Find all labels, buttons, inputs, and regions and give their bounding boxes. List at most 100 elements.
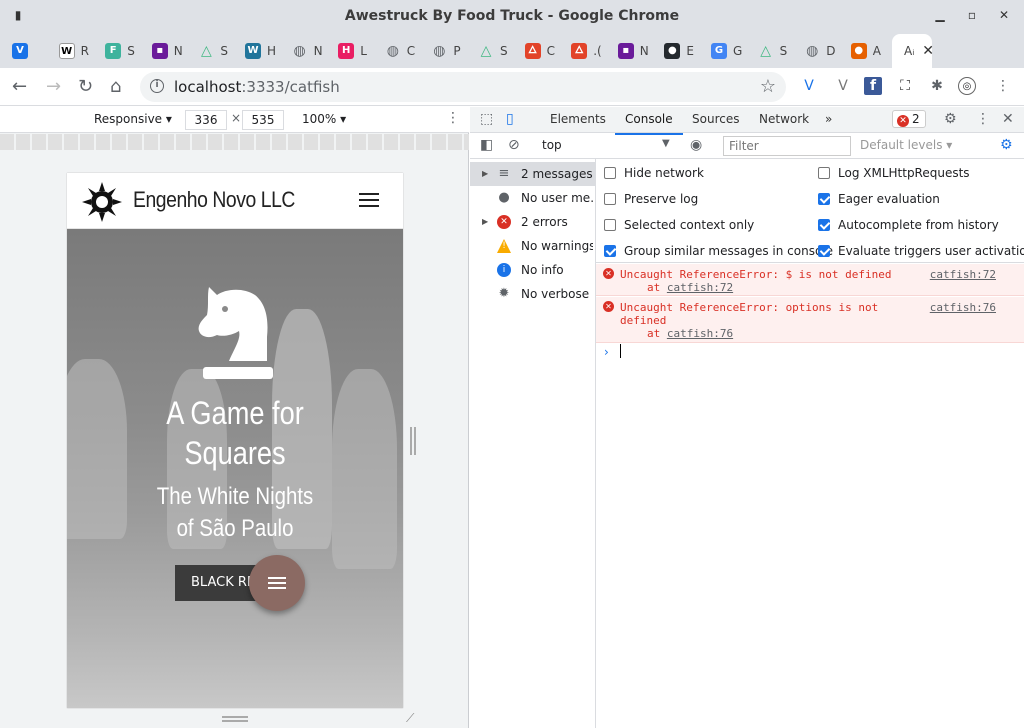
minimize-button[interactable]: ▁ (932, 8, 948, 22)
preserve-log-option[interactable]: Preserve log (604, 192, 698, 206)
autocomplete-checkbox[interactable] (818, 219, 830, 231)
sidebar-item-1[interactable]: ● No user me... (470, 186, 596, 210)
more-tabs-icon[interactable]: » (825, 112, 832, 126)
context-dropdown-icon[interactable]: ▼ (662, 138, 670, 149)
zoom-dropdown[interactable]: 100% ▾ (302, 112, 346, 126)
address-bar[interactable]: i localhost:3333/catfish ☆ (140, 72, 786, 102)
tab-active[interactable]: Aᵢ ✕ (892, 34, 934, 68)
live-expression-eye-icon[interactable]: ◉ (690, 137, 702, 153)
forward-icon[interactable]: → (46, 76, 61, 97)
fab-menu-button[interactable] (249, 555, 305, 611)
tab-10[interactable]: △ S (478, 34, 516, 68)
screenshot-extension-icon[interactable]: ⛶ (896, 77, 914, 95)
reload-icon[interactable]: ↻ (78, 76, 93, 97)
console-error-message[interactable]: ✕ Uncaught ReferenceError: $ is not defi… (596, 264, 1024, 296)
context-select[interactable]: top (542, 138, 562, 152)
eager-eval-checkbox[interactable] (818, 193, 830, 205)
stack-link[interactable]: catfish:72 (667, 281, 733, 294)
responsive-dropdown[interactable]: Responsive ▾ (94, 112, 172, 126)
devtools-menu-icon[interactable]: ⋮ (976, 111, 990, 127)
inspect-element-icon[interactable]: ⬚ (480, 111, 493, 127)
height-input[interactable]: 535 (242, 110, 284, 130)
sidebar-item-5[interactable]: ✹ No verbose (470, 282, 596, 306)
expand-arrow-icon[interactable]: ▶ (482, 210, 488, 234)
tab-network[interactable]: Network (759, 112, 809, 126)
vivaldi-extension-icon[interactable]: V (800, 77, 818, 95)
sidebar-item-3[interactable]: ! No warnings (470, 234, 596, 258)
sun-logo-icon[interactable] (81, 181, 123, 223)
tab-5[interactable]: WH (245, 34, 283, 68)
tab-elements[interactable]: Elements (550, 112, 606, 126)
tab-7[interactable]: HL (338, 34, 376, 68)
profile-avatar[interactable]: ◎ (958, 77, 976, 95)
preserve-log-checkbox[interactable] (604, 193, 616, 205)
eager-eval-option[interactable]: Eager evaluation (818, 192, 940, 206)
back-icon[interactable]: ← (12, 76, 27, 97)
tab-9[interactable]: ◍ P (431, 34, 469, 68)
width-resize-handle[interactable] (410, 427, 416, 455)
tab-console[interactable]: Console (615, 112, 683, 135)
settings-gear-icon[interactable]: ⚙ (944, 111, 957, 127)
tab-8[interactable]: ◍ C (385, 34, 423, 68)
close-window-button[interactable]: ✕ (996, 8, 1012, 22)
error-source-link[interactable]: catfish:72 (930, 268, 996, 281)
media-query-ruler[interactable] (0, 134, 469, 150)
bookmark-star-icon[interactable]: ☆ (760, 76, 776, 97)
hide-network-option[interactable]: Hide network (604, 166, 704, 180)
maximize-button[interactable]: ▫ (964, 8, 980, 22)
selected-context-checkbox[interactable] (604, 219, 616, 231)
site-info-icon[interactable]: i (150, 79, 164, 93)
device-more-icon[interactable]: ⋮ (446, 110, 460, 126)
tab-sources[interactable]: Sources (692, 112, 739, 126)
error-count-badge[interactable]: ✕ 2 (892, 110, 926, 128)
tab-12[interactable]: 🜂 .( (571, 34, 609, 68)
tab-13[interactable]: ▪ N (617, 34, 656, 68)
close-tab-icon[interactable]: ✕ (922, 43, 934, 59)
sidebar-item-4[interactable]: i No info (470, 258, 596, 282)
selected-context-option[interactable]: Selected context only (604, 218, 754, 232)
console-error-message[interactable]: ✕ Uncaught ReferenceError: options is no… (596, 297, 1024, 343)
device-toggle-icon[interactable]: ▯ (506, 111, 514, 127)
width-input[interactable]: 336 (185, 110, 227, 130)
tab-17[interactable]: ◍ D (804, 34, 842, 68)
sidebar-item-2[interactable]: ▶ ✕ 2 errors (470, 210, 596, 234)
close-devtools-icon[interactable]: ✕ (1002, 111, 1014, 127)
tab-18[interactable]: ● A (850, 34, 889, 68)
v-extension-icon[interactable]: V (834, 77, 852, 95)
console-settings-gear-icon[interactable]: ⚙ (1000, 137, 1013, 153)
sidebar-item-0[interactable]: ▶ ≡ 2 messages (470, 162, 596, 186)
height-resize-handle[interactable] (222, 716, 248, 722)
console-input[interactable] (620, 344, 621, 358)
tab-15[interactable]: GG (711, 34, 749, 68)
tab-1[interactable]: WR (58, 34, 97, 68)
log-xhr-checkbox[interactable] (818, 167, 830, 179)
home-icon[interactable]: ⌂ (110, 76, 121, 97)
tab-0[interactable]: V (12, 34, 50, 68)
site-menu-icon[interactable] (359, 193, 379, 207)
log-xhr-option[interactable]: Log XMLHttpRequests (818, 166, 970, 180)
hide-network-checkbox[interactable] (604, 167, 616, 179)
group-similar-checkbox[interactable] (604, 245, 616, 257)
corner-resize-handle[interactable]: ⟋ (406, 711, 414, 726)
autocomplete-option[interactable]: Autocomplete from history (818, 218, 999, 232)
log-levels-dropdown[interactable]: Default levels ▾ (860, 138, 952, 152)
tab-14[interactable]: ● E (664, 34, 702, 68)
chrome-menu-icon[interactable]: ⋮ (994, 77, 1012, 95)
sidebar-toggle-icon[interactable]: ◧ (480, 137, 493, 153)
facebook-extension-icon[interactable]: f (864, 77, 882, 95)
expand-arrow-icon[interactable]: ▶ (482, 162, 488, 186)
tab-6[interactable]: ◍ N (292, 34, 330, 68)
extensions-puzzle-icon[interactable]: ✱ (928, 77, 946, 95)
tab-4[interactable]: △ S (198, 34, 236, 68)
eval-triggers-option[interactable]: Evaluate triggers user activation (818, 244, 1024, 258)
tab-2[interactable]: FS (105, 34, 143, 68)
tab-3[interactable]: ▪ N (151, 34, 190, 68)
stack-link[interactable]: catfish:76 (667, 327, 733, 340)
group-similar-option[interactable]: Group similar messages in console (604, 244, 833, 258)
eval-triggers-checkbox[interactable] (818, 245, 830, 257)
site-brand[interactable]: Engenho Novo LLC (133, 187, 295, 213)
error-source-link[interactable]: catfish:76 (930, 301, 996, 314)
clear-console-icon[interactable]: ⊘ (508, 137, 520, 153)
tab-11[interactable]: 🜂 C (524, 34, 563, 68)
filter-input[interactable]: Filter (723, 136, 851, 156)
